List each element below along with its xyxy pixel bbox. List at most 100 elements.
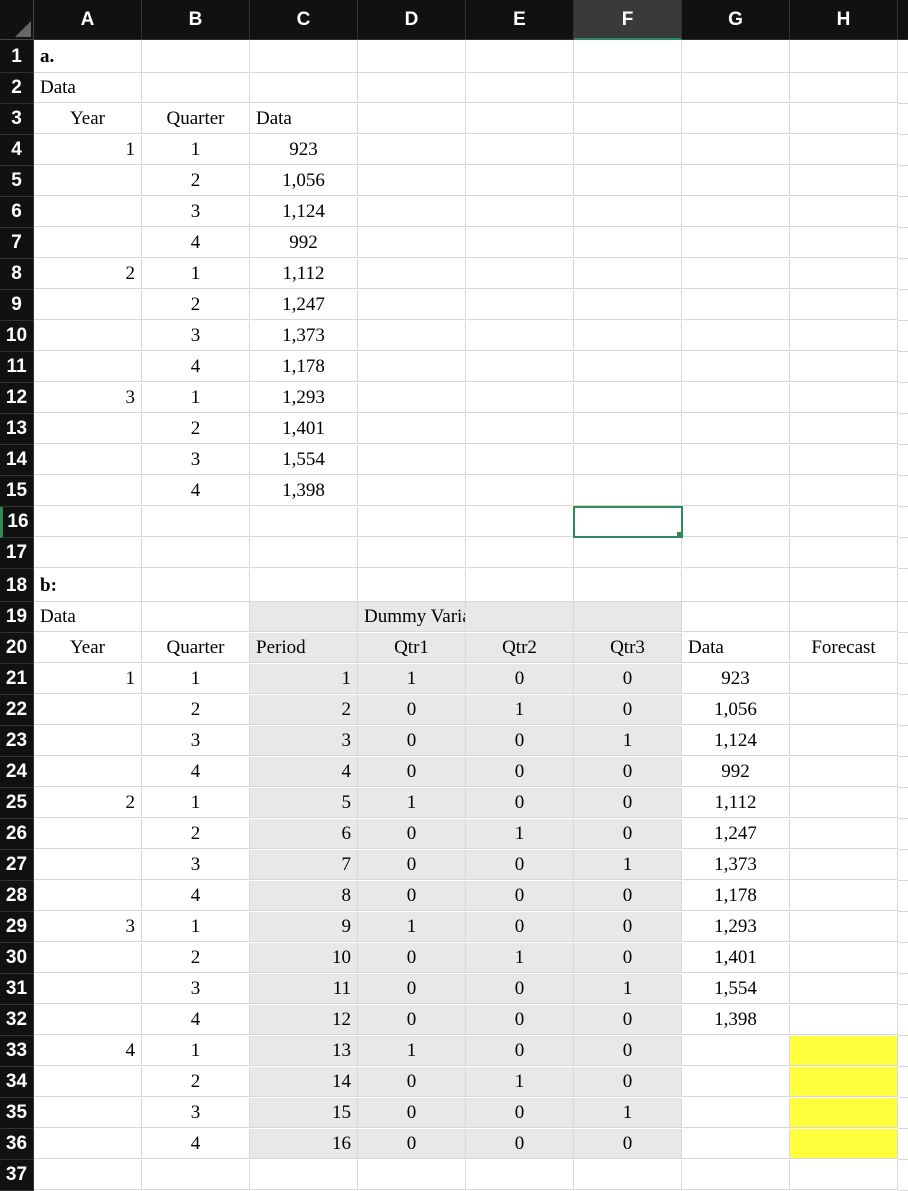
cell-year[interactable] bbox=[34, 290, 142, 320]
cell-year[interactable] bbox=[34, 352, 142, 382]
cell-G13[interactable] bbox=[682, 414, 790, 444]
cell-F14[interactable] bbox=[574, 445, 682, 475]
cell-E17[interactable] bbox=[466, 538, 574, 568]
row-header-12[interactable]: 12 bbox=[0, 383, 34, 414]
cell-forecast[interactable] bbox=[790, 819, 898, 849]
row-header-22[interactable]: 22 bbox=[0, 695, 34, 726]
col-header-qtr3[interactable]: Qtr3 bbox=[574, 633, 682, 663]
dummy-variables-label[interactable]: Dummy Variables bbox=[358, 602, 466, 632]
cell-quarter[interactable]: 3 bbox=[142, 321, 250, 351]
cell-C19[interactable] bbox=[250, 602, 358, 632]
cell-D3[interactable] bbox=[358, 104, 466, 134]
cell-forecast[interactable] bbox=[790, 788, 898, 818]
cell-data[interactable]: 923 bbox=[250, 135, 358, 165]
cell-D7[interactable] bbox=[358, 228, 466, 258]
cell-qtr3[interactable]: 0 bbox=[574, 881, 682, 911]
cell-data[interactable]: 1,056 bbox=[250, 166, 358, 196]
cell-qtr1[interactable]: 0 bbox=[358, 1129, 466, 1159]
cell-qtr2[interactable]: 0 bbox=[466, 850, 574, 880]
cell-quarter[interactable]: 2 bbox=[142, 290, 250, 320]
cell-E10[interactable] bbox=[466, 321, 574, 351]
cell-F8[interactable] bbox=[574, 259, 682, 289]
cell-quarter[interactable]: 2 bbox=[142, 414, 250, 444]
cell-E3[interactable] bbox=[466, 104, 574, 134]
cell-forecast[interactable] bbox=[790, 664, 898, 694]
cell-period[interactable]: 3 bbox=[250, 726, 358, 756]
cell-qtr1[interactable]: 0 bbox=[358, 974, 466, 1004]
cell-data[interactable]: 1,247 bbox=[682, 819, 790, 849]
cell-C2[interactable] bbox=[250, 73, 358, 103]
cell-forecast[interactable] bbox=[790, 757, 898, 787]
cell-F4[interactable] bbox=[574, 135, 682, 165]
cell-data[interactable]: 1,112 bbox=[682, 788, 790, 818]
cell-D37[interactable] bbox=[358, 1160, 466, 1190]
cell-quarter[interactable]: 3 bbox=[142, 197, 250, 227]
cell-H8[interactable] bbox=[790, 259, 898, 289]
cell-data[interactable]: 1,554 bbox=[250, 445, 358, 475]
cell-quarter[interactable]: 2 bbox=[142, 166, 250, 196]
cell-F10[interactable] bbox=[574, 321, 682, 351]
cell-D9[interactable] bbox=[358, 290, 466, 320]
cell-F18[interactable] bbox=[574, 569, 682, 602]
cell-quarter[interactable]: 1 bbox=[142, 135, 250, 165]
cell-quarter[interactable]: 1 bbox=[142, 788, 250, 818]
cell-year[interactable]: 3 bbox=[34, 383, 142, 413]
cell-period[interactable]: 2 bbox=[250, 695, 358, 725]
cell-qtr2[interactable]: 1 bbox=[466, 819, 574, 849]
cell-D1[interactable] bbox=[358, 40, 466, 73]
cell-qtr1[interactable]: 0 bbox=[358, 695, 466, 725]
cell-quarter[interactable]: 3 bbox=[142, 850, 250, 880]
cell-qtr2[interactable]: 0 bbox=[466, 757, 574, 787]
row-header-10[interactable]: 10 bbox=[0, 321, 34, 352]
col-header-forecast[interactable]: Forecast bbox=[790, 633, 898, 663]
cell-E15[interactable] bbox=[466, 476, 574, 506]
row-header-23[interactable]: 23 bbox=[0, 726, 34, 757]
cell-F13[interactable] bbox=[574, 414, 682, 444]
row-header-29[interactable]: 29 bbox=[0, 912, 34, 943]
cell-period[interactable]: 13 bbox=[250, 1036, 358, 1066]
cell-qtr3[interactable]: 0 bbox=[574, 1036, 682, 1066]
cell-qtr3[interactable]: 0 bbox=[574, 695, 682, 725]
cell-year[interactable] bbox=[34, 197, 142, 227]
cell-qtr1[interactable]: 0 bbox=[358, 850, 466, 880]
cell-B17[interactable] bbox=[142, 538, 250, 568]
cell-year[interactable] bbox=[34, 726, 142, 756]
cell-quarter[interactable]: 2 bbox=[142, 1067, 250, 1097]
cell-qtr2[interactable]: 0 bbox=[466, 726, 574, 756]
cell-qtr2[interactable]: 0 bbox=[466, 1129, 574, 1159]
cell-qtr3[interactable]: 0 bbox=[574, 912, 682, 942]
cell-E2[interactable] bbox=[466, 73, 574, 103]
cell-C16[interactable] bbox=[250, 507, 358, 537]
cell-D10[interactable] bbox=[358, 321, 466, 351]
cell-H3[interactable] bbox=[790, 104, 898, 134]
col-header-qtr1[interactable]: Qtr1 bbox=[358, 633, 466, 663]
cell-qtr1[interactable]: 1 bbox=[358, 912, 466, 942]
cell-qtr2[interactable]: 0 bbox=[466, 1005, 574, 1035]
cell-E1[interactable] bbox=[466, 40, 574, 73]
cell-forecast[interactable] bbox=[790, 1036, 898, 1066]
cell-year[interactable] bbox=[34, 943, 142, 973]
col-header-qtr2[interactable]: Qtr2 bbox=[466, 633, 574, 663]
row-header-35[interactable]: 35 bbox=[0, 1098, 34, 1129]
column-header-B[interactable]: B bbox=[142, 0, 250, 40]
cell-C18[interactable] bbox=[250, 569, 358, 602]
cell-G12[interactable] bbox=[682, 383, 790, 413]
cell-data[interactable] bbox=[682, 1129, 790, 1159]
cell-quarter[interactable]: 1 bbox=[142, 259, 250, 289]
select-all-corner[interactable] bbox=[0, 0, 34, 40]
row-header-26[interactable]: 26 bbox=[0, 819, 34, 850]
row-header-17[interactable]: 17 bbox=[0, 538, 34, 569]
cell-F16[interactable] bbox=[574, 507, 682, 537]
cell-data[interactable]: 1,398 bbox=[250, 476, 358, 506]
cell-forecast[interactable] bbox=[790, 974, 898, 1004]
row-header-36[interactable]: 36 bbox=[0, 1129, 34, 1160]
row-header-6[interactable]: 6 bbox=[0, 197, 34, 228]
cell-C17[interactable] bbox=[250, 538, 358, 568]
row-header-7[interactable]: 7 bbox=[0, 228, 34, 259]
cell-data[interactable] bbox=[682, 1098, 790, 1128]
cell-data[interactable]: 1,554 bbox=[682, 974, 790, 1004]
cell-quarter[interactable]: 4 bbox=[142, 881, 250, 911]
cell-data[interactable] bbox=[682, 1036, 790, 1066]
cell-year[interactable] bbox=[34, 476, 142, 506]
col-header-data[interactable]: Data bbox=[682, 633, 790, 663]
